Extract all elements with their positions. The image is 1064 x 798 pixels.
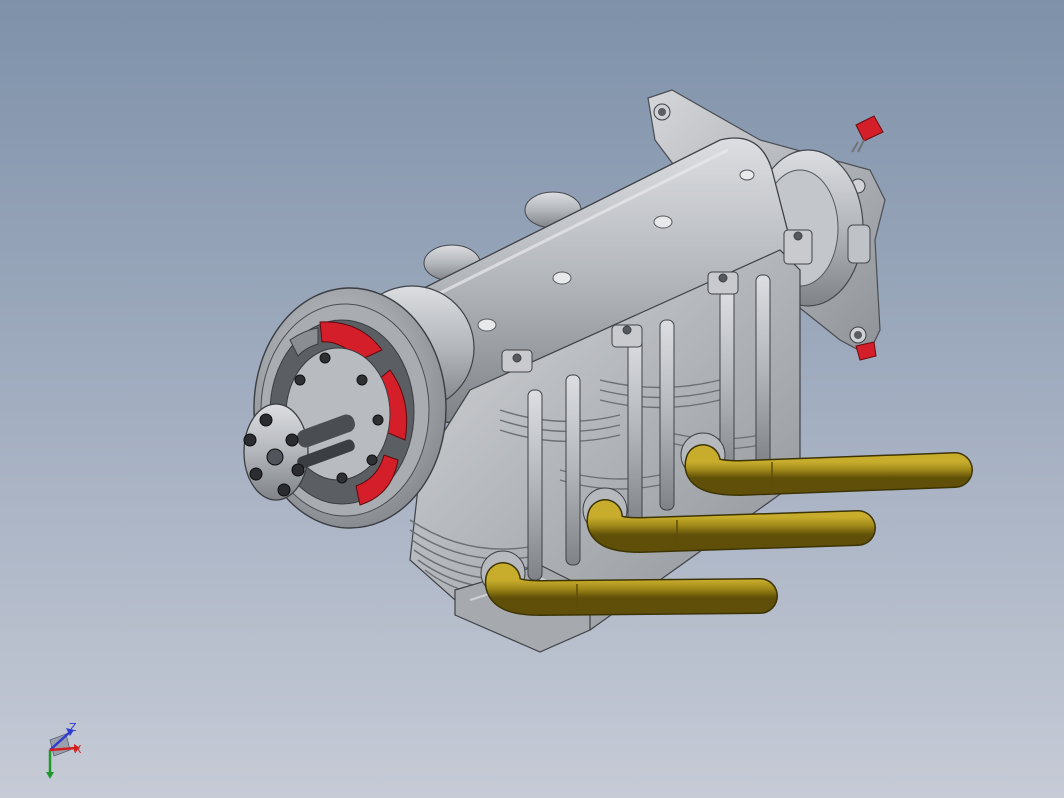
triad-axes-icon	[46, 728, 80, 779]
coordinate-triad: Z X	[36, 716, 96, 780]
graphics-viewport[interactable]: Z X	[0, 0, 1064, 798]
engine-model[interactable]	[0, 0, 1064, 798]
triad-x-label: X	[74, 743, 82, 756]
triad-z-label: Z	[69, 721, 77, 734]
